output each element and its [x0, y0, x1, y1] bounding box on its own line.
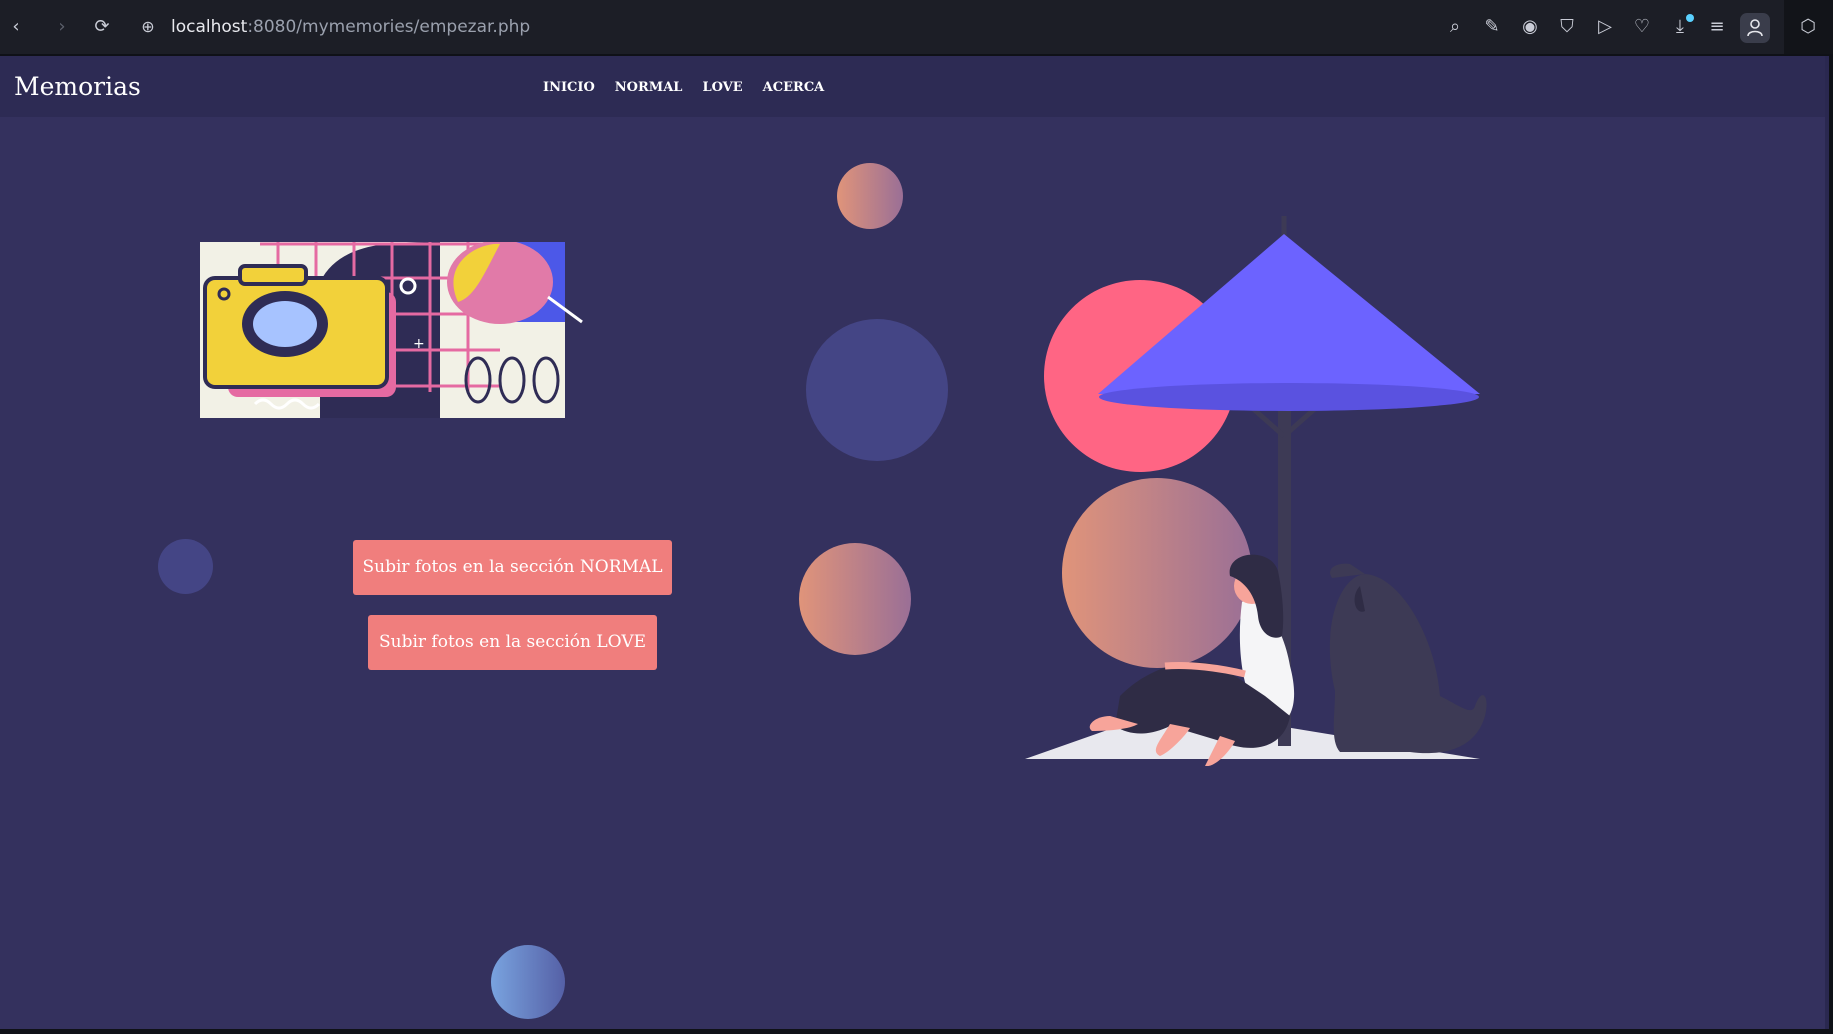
decor-circle — [491, 945, 565, 1019]
beach-illustration — [1025, 216, 1487, 766]
send-icon[interactable]: ▷ — [1591, 13, 1619, 41]
address-bar[interactable]: localhost:8080/mymemories/empezar.php — [171, 17, 530, 37]
extensions-area: ⬡ — [1784, 0, 1833, 54]
nav-acerca[interactable]: ACERCA — [763, 80, 825, 95]
decor-circle — [806, 319, 948, 461]
heart-icon[interactable]: ♡ — [1628, 13, 1656, 41]
extension-icon[interactable]: ⬡ — [1794, 13, 1822, 41]
profile-button[interactable] — [1740, 13, 1770, 43]
url-host: localhost — [171, 17, 248, 37]
svg-text:+: + — [413, 336, 425, 352]
profile-icon — [1747, 19, 1763, 37]
upload-normal-button[interactable]: Subir fotos en la sección NORMAL — [353, 540, 672, 595]
zoom-search-icon[interactable]: ⌕ — [1441, 13, 1469, 41]
nav-links: INICIO NORMAL LOVE ACERCA — [543, 80, 824, 95]
upload-love-button[interactable]: Subir fotos en la sección LOVE — [368, 615, 657, 670]
nav-inicio[interactable]: INICIO — [543, 80, 595, 95]
download-badge — [1686, 14, 1694, 22]
reload-icon[interactable]: ⟳ — [88, 13, 116, 41]
back-icon[interactable]: ‹ — [2, 13, 30, 41]
decor-circle — [799, 543, 911, 655]
page-scrollbar[interactable] — [1825, 56, 1829, 1029]
shield-icon[interactable]: ⛉ — [1553, 13, 1581, 41]
camera-illustration: + — [200, 242, 583, 418]
edit-icon[interactable]: ✎ — [1478, 13, 1506, 41]
url-path: :8080/mymemories/empezar.php — [247, 17, 531, 37]
menu-icon[interactable]: ≡ — [1703, 13, 1731, 41]
decor-circle — [158, 539, 213, 594]
site-navbar: Memorias INICIO NORMAL LOVE ACERCA — [0, 56, 1829, 117]
camera-icon[interactable]: ◉ — [1516, 13, 1544, 41]
site-brand[interactable]: Memorias — [14, 72, 141, 101]
decor-circle — [837, 163, 903, 229]
web-page: Memorias INICIO NORMAL LOVE ACERCA + Sub… — [0, 56, 1829, 1029]
nav-normal[interactable]: NORMAL — [615, 80, 683, 95]
forward-icon[interactable]: › — [48, 13, 76, 41]
nav-love[interactable]: LOVE — [702, 80, 742, 95]
browser-toolbar: ‹ › ⟳ ⊕ localhost:8080/mymemories/empeza… — [0, 0, 1784, 54]
site-info-icon[interactable]: ⊕ — [134, 13, 162, 41]
